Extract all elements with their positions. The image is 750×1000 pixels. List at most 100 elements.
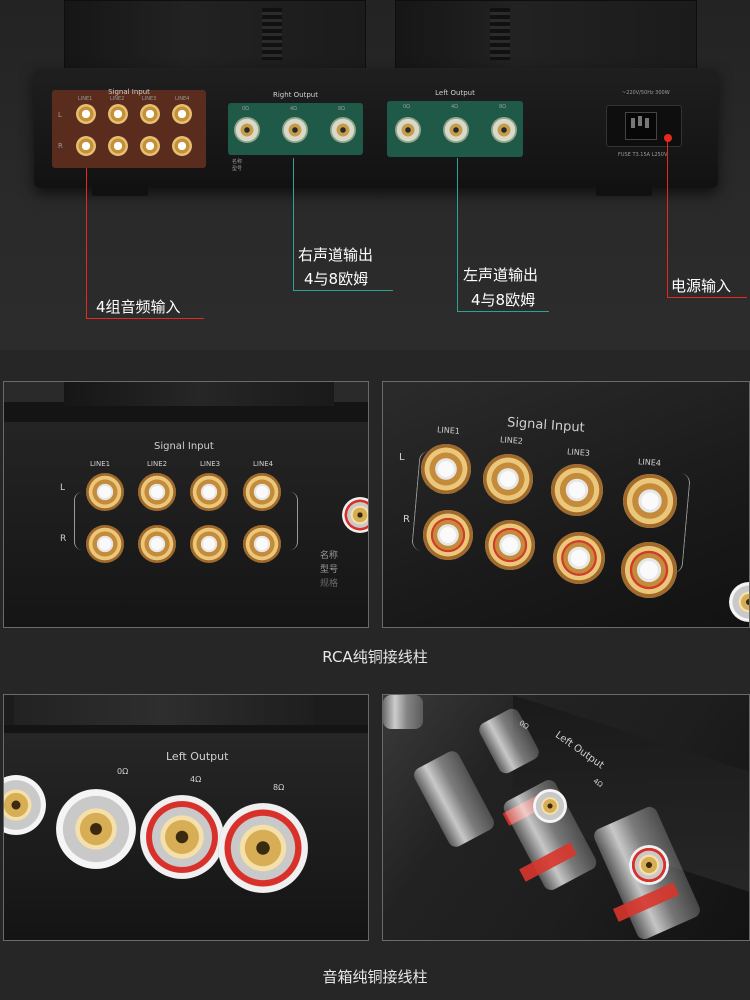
model-label: 型号 xyxy=(232,166,243,172)
left-output-callout-line2: 4与8欧姆 xyxy=(471,291,536,309)
rca-jack xyxy=(623,474,677,528)
power-rating-label: ~220V/50Hz 300W xyxy=(622,90,670,96)
audio-inputs-callout: 4组音频输入 xyxy=(96,298,181,316)
line-label: LINE2 xyxy=(499,435,524,446)
rca-jack xyxy=(76,136,96,156)
line-label: LINE3 xyxy=(142,96,157,102)
right-output-title: Right Output xyxy=(273,91,318,99)
rca-jack xyxy=(485,520,535,570)
rca-jack xyxy=(190,525,228,563)
name-label: 名称 xyxy=(232,159,243,165)
callout-line xyxy=(457,311,549,312)
rca-jack xyxy=(172,104,192,124)
speaker-terminal xyxy=(443,117,469,143)
channel-l-label: L xyxy=(399,452,405,463)
rca-jack xyxy=(86,473,124,511)
callout-line xyxy=(293,158,294,290)
rca-jack xyxy=(483,454,533,504)
ohm-label: 4Ω xyxy=(190,775,202,784)
speaker-terminal xyxy=(395,117,421,143)
spec-label: 规格 xyxy=(320,579,339,589)
ohm-label: 0Ω xyxy=(242,106,250,112)
line-label: LINE2 xyxy=(110,96,125,102)
rca-jack xyxy=(108,104,128,124)
line-label: LINE1 xyxy=(90,460,111,468)
callout-line xyxy=(667,297,747,298)
rca-jack xyxy=(553,532,605,584)
transformer-cover-left xyxy=(64,0,366,74)
ohm-label: 8Ω xyxy=(499,104,507,110)
tube-grille xyxy=(262,8,282,60)
callout-line xyxy=(457,158,458,311)
left-output-callout-line1: 左声道输出 xyxy=(463,266,539,284)
rca-jack xyxy=(243,525,281,563)
channel-r-label: R xyxy=(58,142,63,150)
channel-r-label: R xyxy=(403,514,410,525)
speaker-terminal-photo-left: Left Output 0Ω 4Ω 8Ω xyxy=(3,694,369,941)
rca-caption: RCA纯铜接线柱 xyxy=(322,648,428,666)
speaker-terminal xyxy=(330,117,356,143)
line-label: LINE1 xyxy=(436,425,461,436)
rca-jack xyxy=(76,104,96,124)
fuse-rating-label: FUSE T3.15A L250V xyxy=(618,152,668,158)
speaker-terminal xyxy=(491,117,517,143)
rca-jack xyxy=(138,525,176,563)
line-label: LINE3 xyxy=(200,460,221,468)
speaker-terminal xyxy=(140,795,224,879)
channel-l-label: L xyxy=(58,111,62,119)
amplifier-rear-panel-photo: Signal Input LINE1 LINE2 LINE3 LINE4 L R… xyxy=(0,0,750,350)
signal-input-title: Signal Input xyxy=(154,441,214,452)
signal-input-panel: Signal Input LINE1 LINE2 LINE3 LINE4 L R xyxy=(52,88,206,168)
rca-jack xyxy=(172,136,192,156)
channel-r-label: R xyxy=(60,534,67,544)
right-output-panel: 0Ω 4Ω 8Ω xyxy=(228,103,363,155)
transformer-cover-right xyxy=(395,0,697,74)
line-label: LINE3 xyxy=(566,447,591,458)
brass-post xyxy=(629,845,669,885)
ohm-label: 0Ω xyxy=(117,767,129,776)
rca-jack xyxy=(190,473,228,511)
channel-l-label: L xyxy=(60,483,66,493)
right-output-callout-line2: 4与8欧姆 xyxy=(304,270,369,288)
rca-input-photo-right: Signal Input LINE1 LINE2 LINE3 LINE4 L R xyxy=(382,381,750,628)
line-label: LINE1 xyxy=(78,96,93,102)
ohm-label: 4Ω xyxy=(290,106,298,112)
callout-line xyxy=(293,290,393,291)
chassis-foot xyxy=(92,184,148,196)
tube-grille xyxy=(490,8,510,60)
rca-jack xyxy=(423,510,473,560)
chassis-foot xyxy=(596,184,652,196)
rca-jack xyxy=(421,444,471,494)
line-label: LINE4 xyxy=(253,460,274,468)
speaker-terminal xyxy=(383,695,423,729)
rca-jack xyxy=(621,542,677,598)
name-label: 名称 xyxy=(320,551,339,561)
left-output-panel: 0Ω 4Ω 8Ω xyxy=(387,101,523,157)
callout-line xyxy=(86,168,87,318)
ohm-label: 8Ω xyxy=(338,106,346,112)
line-label: LINE2 xyxy=(147,460,168,468)
rca-jack xyxy=(551,464,603,516)
ohm-label: 8Ω xyxy=(273,783,285,792)
left-output-title: Left Output xyxy=(166,750,229,763)
rca-jack xyxy=(140,104,160,124)
power-input-callout: 电源输入 xyxy=(671,277,732,295)
callout-line xyxy=(667,142,668,297)
rca-jack xyxy=(138,473,176,511)
ohm-label: 0Ω xyxy=(403,104,411,110)
rca-jack xyxy=(108,136,128,156)
speaker-terminal xyxy=(218,803,308,893)
speaker-caption: 音箱纯铜接线柱 xyxy=(322,968,428,986)
ohm-label: 4Ω xyxy=(451,104,459,110)
line-label: LINE4 xyxy=(637,457,662,468)
line-label: LINE4 xyxy=(175,96,190,102)
callout-dot xyxy=(664,134,672,142)
left-output-title: Left Output xyxy=(435,89,475,97)
rca-jack xyxy=(243,473,281,511)
rca-jack xyxy=(86,525,124,563)
rca-input-photo-left: Signal Input LINE1 LINE2 LINE3 LINE4 L R… xyxy=(3,381,369,628)
speaker-terminal-photo-right: Left Output 0Ω 4Ω xyxy=(382,694,750,941)
brass-post xyxy=(533,789,567,823)
model-label: 型号 xyxy=(320,565,339,575)
rca-jack xyxy=(140,136,160,156)
